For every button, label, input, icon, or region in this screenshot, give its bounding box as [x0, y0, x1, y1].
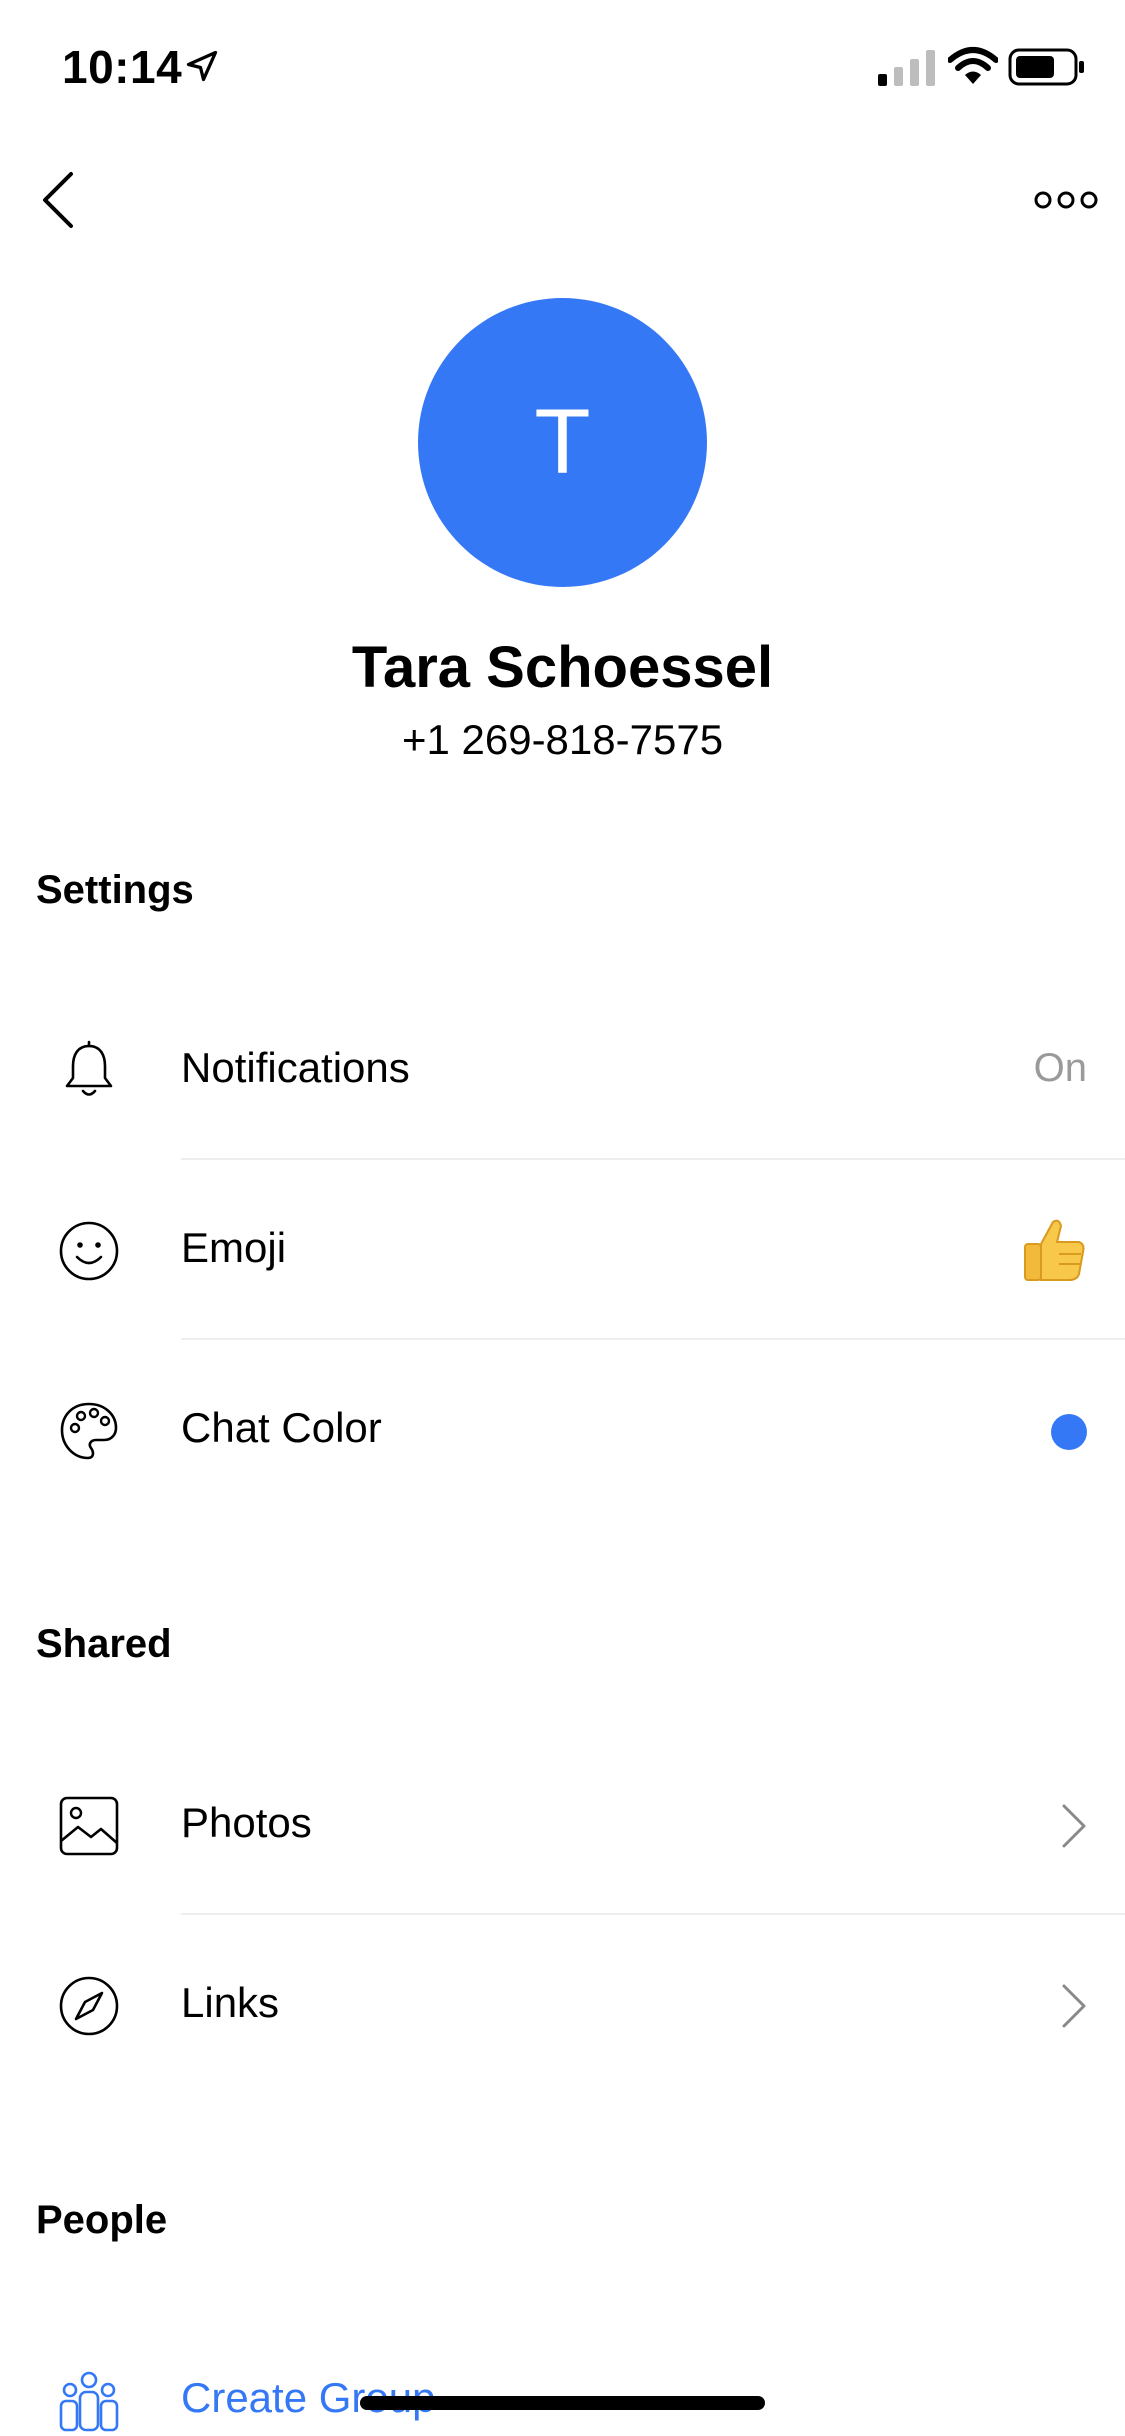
cellular-signal-icon: [878, 50, 935, 86]
chat-color-swatch: [1051, 1414, 1087, 1450]
home-indicator: [360, 2396, 765, 2410]
photos-row[interactable]: Photos: [0, 1735, 1125, 1915]
status-time: 10:14: [62, 41, 183, 93]
people-section-header: People: [36, 2198, 168, 2242]
chat-color-label: Chat Color: [181, 1404, 382, 1451]
contact-phone: +1 269-818-7575: [401, 716, 724, 763]
more-options-button[interactable]: [1016, 170, 1116, 230]
battery-icon: [1008, 48, 1084, 86]
links-label: Links: [181, 1979, 280, 2026]
emoji-row[interactable]: Emoji: [0, 1160, 1125, 1340]
links-row[interactable]: Links: [0, 1915, 1125, 2095]
chevron-right-icon: [1062, 1984, 1086, 2028]
avatar-initial: T: [534, 391, 591, 493]
people-group-icon: [59, 2371, 119, 2432]
contact-name: Tara Schoessel: [351, 635, 774, 700]
chat-color-row[interactable]: Chat Color: [0, 1340, 1125, 1520]
avatar: T: [418, 298, 707, 587]
back-button[interactable]: [28, 160, 88, 240]
more-dots-icon: [1034, 191, 1098, 209]
create-group-row[interactable]: [0, 2310, 1125, 2436]
photos-label: Photos: [181, 1799, 312, 1846]
emoji-label: Emoji: [181, 1224, 287, 1271]
notifications-label: Notifications: [181, 1044, 410, 1091]
wifi-icon: [948, 47, 998, 84]
notifications-row[interactable]: Notifications On: [0, 980, 1125, 1160]
photo-icon: [59, 1796, 119, 1856]
chevron-left-icon: [43, 172, 73, 228]
settings-section-header: Settings: [36, 868, 194, 912]
bell-icon: [65, 1040, 113, 1096]
smiley-icon: [59, 1221, 119, 1281]
thumbs-up-emoji: [1024, 1219, 1085, 1281]
compass-icon: [59, 1976, 119, 2036]
chevron-right-icon: [1062, 1804, 1086, 1848]
location-arrow-icon: [186, 50, 218, 82]
shared-section-header: Shared: [36, 1622, 172, 1666]
palette-icon: [60, 1402, 118, 1460]
notifications-value: On: [1033, 1046, 1087, 1090]
status-bar: 10:14: [0, 0, 1125, 140]
